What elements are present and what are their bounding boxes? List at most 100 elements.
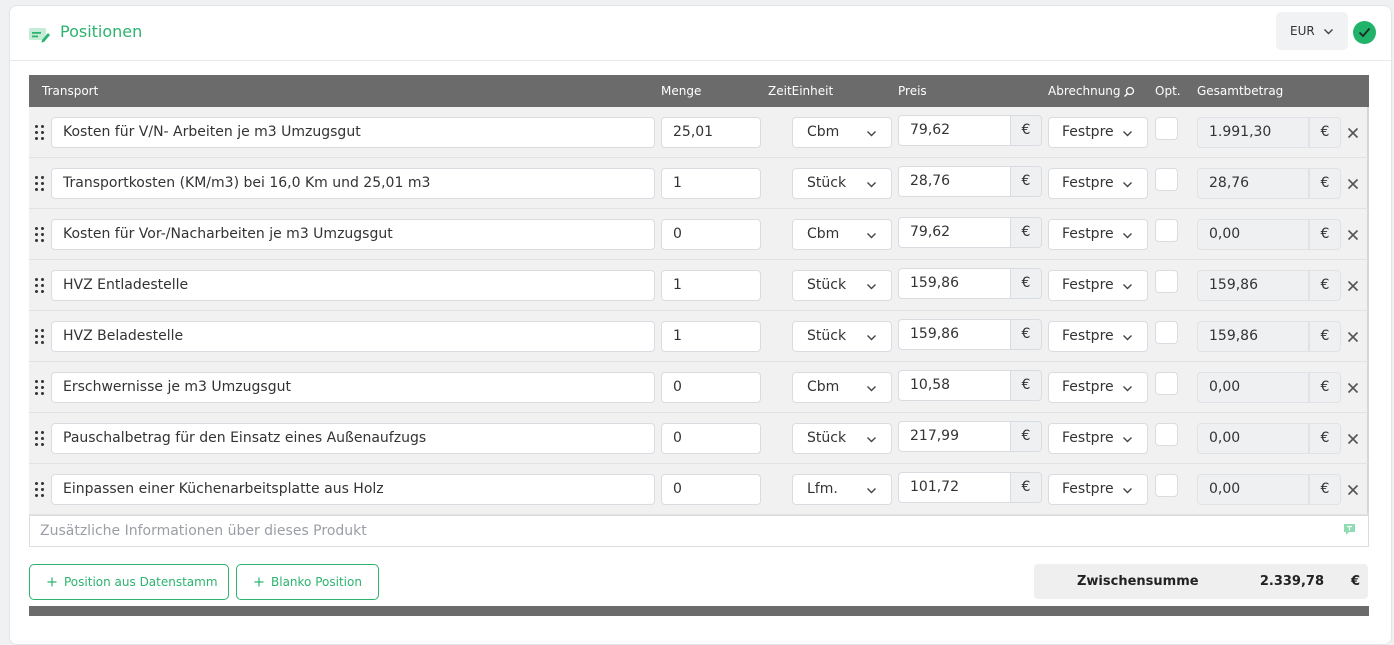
- time-unit-select[interactable]: Stück: [792, 168, 892, 199]
- optional-checkbox[interactable]: [1155, 423, 1178, 446]
- billing-select[interactable]: Festpre: [1048, 372, 1148, 403]
- magnifier-icon[interactable]: [1123, 86, 1135, 98]
- billing-select[interactable]: Festpre: [1048, 219, 1148, 250]
- drag-handle-icon[interactable]: [34, 175, 46, 193]
- quantity-input[interactable]: 0: [661, 219, 761, 250]
- drag-handle-icon[interactable]: [34, 481, 46, 499]
- price-currency: €: [1011, 472, 1042, 503]
- quantity-input[interactable]: 1: [661, 270, 761, 301]
- optional-checkbox[interactable]: [1155, 372, 1178, 395]
- price-input[interactable]: 10,58: [898, 370, 1011, 401]
- chevron-down-icon: [1123, 335, 1132, 341]
- optional-checkbox[interactable]: [1155, 168, 1178, 191]
- time-unit-value: Stück: [807, 328, 847, 344]
- next-section-header: [29, 606, 1369, 616]
- time-unit-value: Cbm: [807, 226, 840, 242]
- chevron-down-icon: [867, 233, 876, 239]
- billing-select[interactable]: Festpre: [1048, 321, 1148, 352]
- drag-handle-icon[interactable]: [34, 277, 46, 295]
- add-position-from-database-button[interactable]: Position aus Datenstamm: [29, 564, 229, 600]
- billing-select[interactable]: Festpre: [1048, 474, 1148, 505]
- total-amount: 1.991,30: [1197, 117, 1309, 148]
- price-currency: €: [1011, 115, 1042, 146]
- drag-handle-icon[interactable]: [34, 226, 46, 244]
- optional-checkbox[interactable]: [1155, 270, 1178, 293]
- currency-select[interactable]: EUR: [1276, 12, 1348, 50]
- price-currency: €: [1011, 166, 1042, 197]
- chevron-down-icon: [1123, 488, 1132, 494]
- optional-checkbox[interactable]: [1155, 117, 1178, 140]
- price-input[interactable]: 28,76: [898, 166, 1011, 197]
- time-unit-select[interactable]: Cbm: [792, 372, 892, 403]
- add-blank-position-button[interactable]: Blanko Position: [236, 564, 379, 600]
- quantity-input[interactable]: 1: [661, 321, 761, 352]
- position-name-input[interactable]: Erschwernisse je m3 Umzugsgut: [51, 372, 655, 403]
- billing-select[interactable]: Festpre: [1048, 117, 1148, 148]
- position-name-input[interactable]: Transportkosten (KM/m3) bei 16,0 Km und …: [51, 168, 655, 199]
- time-unit-value: Stück: [807, 430, 847, 446]
- position-name-input[interactable]: Einpassen einer Küchenarbeitsplatte aus …: [51, 474, 655, 505]
- price-currency: €: [1011, 370, 1042, 401]
- price-currency: €: [1011, 217, 1042, 248]
- time-unit-value: Stück: [807, 175, 847, 191]
- quantity-input[interactable]: 0: [661, 423, 761, 454]
- total-amount: 159,86: [1197, 270, 1309, 301]
- chevron-down-icon: [1123, 131, 1132, 137]
- drag-handle-icon[interactable]: [34, 430, 46, 448]
- time-unit-select[interactable]: Cbm: [792, 219, 892, 250]
- time-unit-value: Stück: [807, 277, 847, 293]
- position-name-input[interactable]: Kosten für Vor-/Nacharbeiten je m3 Umzug…: [51, 219, 655, 250]
- close-icon[interactable]: [1347, 382, 1359, 394]
- optional-checkbox[interactable]: [1155, 321, 1178, 344]
- price-input[interactable]: 217,99: [898, 421, 1011, 452]
- total-amount: 0,00: [1197, 474, 1309, 505]
- card-title: Positionen: [60, 22, 143, 41]
- price-input[interactable]: 79,62: [898, 217, 1011, 248]
- total-currency: €: [1309, 270, 1341, 301]
- drag-handle-icon[interactable]: [34, 379, 46, 397]
- quantity-input[interactable]: 0: [661, 372, 761, 403]
- quantity-input[interactable]: 0: [661, 474, 761, 505]
- billing-select[interactable]: Festpre: [1048, 270, 1148, 301]
- time-unit-select[interactable]: Stück: [792, 270, 892, 301]
- close-icon[interactable]: [1347, 178, 1359, 190]
- subtotal-box: Zwischensumme 2.339,78 €: [1034, 564, 1368, 599]
- subtotal-value: 2.339,78: [1259, 574, 1324, 589]
- total-amount: 159,86: [1197, 321, 1309, 352]
- close-icon[interactable]: [1347, 127, 1359, 139]
- price-input[interactable]: 159,86: [898, 319, 1011, 350]
- position-name-input[interactable]: HVZ Entladestelle: [51, 270, 655, 301]
- time-unit-value: Cbm: [807, 379, 840, 395]
- quantity-input[interactable]: 25,01: [661, 117, 761, 148]
- position-name-input[interactable]: HVZ Beladestelle: [51, 321, 655, 352]
- add-blank-position-label: Blanko Position: [271, 575, 362, 589]
- table-row: HVZ Entladestelle 1 Stück 159,86 € Festpre 159…: [29, 260, 1369, 311]
- price-input[interactable]: 79,62: [898, 115, 1011, 146]
- billing-select[interactable]: Festpre: [1048, 423, 1148, 454]
- time-unit-select[interactable]: Lfm.: [792, 474, 892, 505]
- product-info-input[interactable]: Zusätzliche Informationen über dieses Pr…: [29, 515, 1369, 547]
- time-unit-select[interactable]: Stück: [792, 423, 892, 454]
- close-icon[interactable]: [1347, 331, 1359, 343]
- quantity-input[interactable]: 1: [661, 168, 761, 199]
- optional-checkbox[interactable]: [1155, 219, 1178, 242]
- price-input[interactable]: 159,86: [898, 268, 1011, 299]
- drag-handle-icon[interactable]: [34, 328, 46, 346]
- chevron-down-icon: [1123, 437, 1132, 443]
- billing-select[interactable]: Festpre: [1048, 168, 1148, 199]
- billing-value: Festpre: [1062, 226, 1114, 242]
- time-unit-select[interactable]: Stück: [792, 321, 892, 352]
- chevron-down-icon: [1123, 182, 1132, 188]
- close-icon[interactable]: [1347, 484, 1359, 496]
- close-icon[interactable]: [1347, 433, 1359, 445]
- close-icon[interactable]: [1347, 280, 1359, 292]
- optional-checkbox[interactable]: [1155, 474, 1178, 497]
- position-name-input[interactable]: Kosten für V/N- Arbeiten je m3 Umzugsgut: [51, 117, 655, 148]
- drag-handle-icon[interactable]: [34, 124, 46, 142]
- billing-value: Festpre: [1062, 328, 1114, 344]
- close-icon[interactable]: [1347, 229, 1359, 241]
- time-unit-select[interactable]: Cbm: [792, 117, 892, 148]
- column-opt: Opt.: [1155, 84, 1181, 98]
- position-name-input[interactable]: Pauschalbetrag für den Einsatz eines Auß…: [51, 423, 655, 454]
- price-input[interactable]: 101,72: [898, 472, 1011, 503]
